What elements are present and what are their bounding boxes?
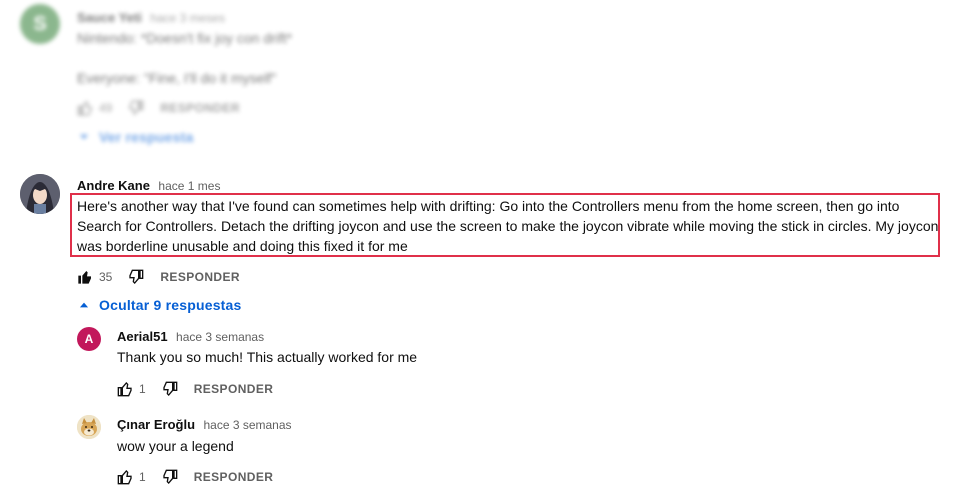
like-count: 35 — [99, 270, 113, 284]
anime-avatar-icon — [20, 174, 60, 214]
comment-text-line-1: Nintendo: *Doesn't fix joy con drift* — [77, 30, 293, 46]
reply-header: Çınar Eroğlu hace 3 semanas — [117, 416, 292, 434]
dislike-icon[interactable] — [128, 100, 144, 116]
like-icon-filled[interactable] — [77, 269, 93, 285]
reply-actions: 1 RESPONDER — [117, 381, 273, 397]
comment-actions: 49 RESPONDER — [77, 100, 240, 116]
view-replies-label: Ver respuesta — [99, 129, 194, 145]
like-icon[interactable] — [117, 381, 133, 397]
view-replies-button[interactable]: Ver respuesta — [77, 129, 193, 145]
comment-author[interactable]: Sauce Yeti — [77, 10, 142, 25]
reply-button[interactable]: RESPONDER — [160, 270, 240, 284]
comment-author[interactable]: Andre Kane — [77, 178, 150, 193]
highlight-box — [70, 193, 940, 257]
reply-button[interactable]: RESPONDER — [194, 470, 274, 484]
reply-text: Thank you so much! This actually worked … — [117, 349, 418, 365]
reply-avatar[interactable]: A — [77, 327, 101, 351]
reply-actions: 1 RESPONDER — [117, 469, 273, 485]
reply-author[interactable]: Çınar Eroğlu — [117, 417, 195, 432]
hide-replies-button[interactable]: Ocultar 9 respuestas — [77, 297, 242, 313]
like-icon[interactable] — [117, 469, 133, 485]
doge-avatar-icon — [77, 415, 101, 439]
comment-actions: 35 RESPONDER — [77, 269, 240, 285]
reply-text: wow your a legend — [117, 438, 234, 454]
hide-replies-label: Ocultar 9 respuestas — [99, 297, 242, 313]
comment-text-line-2: Everyone: "Fine, I'll do it myself" — [77, 70, 277, 86]
reply-author[interactable]: Aerial51 — [117, 329, 168, 344]
comment-time[interactable]: hace 3 meses — [150, 11, 225, 25]
like-count: 49 — [99, 101, 113, 115]
commenter-avatar[interactable]: S — [20, 4, 60, 44]
like-count: 1 — [139, 382, 146, 396]
comment-header: Sauce Yeti hace 3 meses — [77, 9, 225, 27]
reply-avatar[interactable] — [77, 415, 101, 439]
dislike-icon[interactable] — [162, 469, 178, 485]
like-count: 1 — [139, 470, 146, 484]
chevron-up-icon — [77, 298, 91, 312]
chevron-down-icon — [77, 130, 91, 144]
previous-comment-thread: S Sauce Yeti hace 3 meses Nintendo: *Doe… — [0, 0, 958, 160]
reply-button[interactable]: RESPONDER — [160, 101, 240, 115]
comment-time[interactable]: hace 1 mes — [158, 179, 220, 193]
reply-time[interactable]: hace 3 semanas — [203, 418, 291, 432]
dislike-icon[interactable] — [128, 269, 144, 285]
reply-time[interactable]: hace 3 semanas — [176, 330, 264, 344]
reply-button[interactable]: RESPONDER — [194, 382, 274, 396]
commenter-avatar[interactable] — [20, 174, 60, 214]
dislike-icon[interactable] — [162, 381, 178, 397]
reply-header: Aerial51 hace 3 semanas — [117, 328, 264, 346]
like-icon[interactable] — [77, 100, 93, 116]
